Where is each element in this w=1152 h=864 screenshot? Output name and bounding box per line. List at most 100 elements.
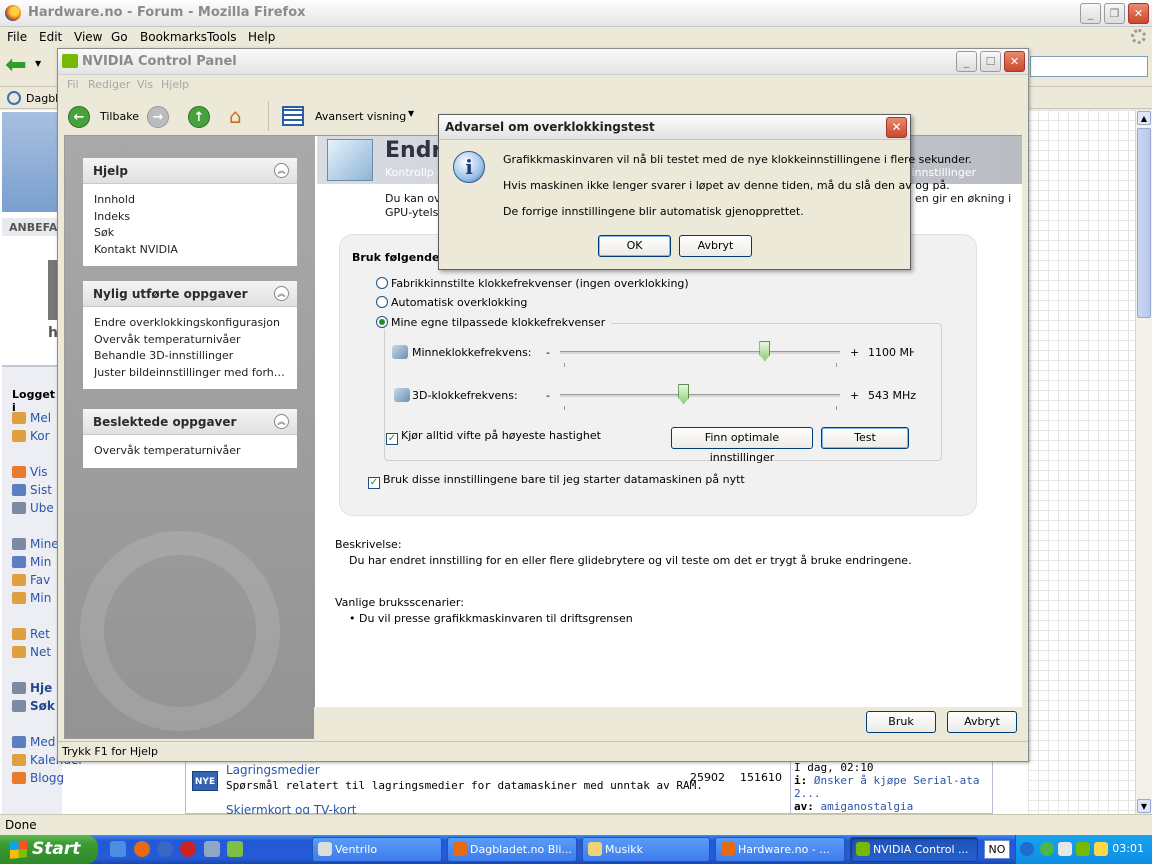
sidebar-link[interactable]: Ret xyxy=(12,627,50,641)
last-post-thread-link[interactable]: Ønsker å kjøpe Serial-ata 2... xyxy=(794,774,979,800)
recent-task-link[interactable]: Behandle 3D-innstillinger xyxy=(94,348,297,365)
sidebar-link[interactable]: Sist xyxy=(12,483,52,497)
menu-edit[interactable]: Edit xyxy=(39,30,62,44)
checkbox[interactable]: ✓ xyxy=(386,433,398,445)
radio-button[interactable] xyxy=(376,316,388,328)
back-button-label[interactable]: Tilbake xyxy=(100,110,139,123)
sidebar-link[interactable]: Blogg xyxy=(12,771,64,785)
scroll-down-icon[interactable]: ▼ xyxy=(1137,799,1151,813)
radio-factory-clocks[interactable]: Fabrikkinnstilte klokkefrekvenser (ingen… xyxy=(376,277,689,290)
sidebar-link[interactable]: Fav xyxy=(12,573,50,587)
dialog-ok-button[interactable]: OK xyxy=(598,235,671,257)
view-mode-dropdown[interactable]: Avansert visning xyxy=(315,110,406,123)
view-list-icon[interactable] xyxy=(282,106,304,126)
menu-help[interactable]: Help xyxy=(248,30,275,44)
sidebar-link[interactable]: Net xyxy=(12,645,51,659)
recent-task-link[interactable]: Overvåk temperaturnivåer xyxy=(94,332,297,349)
scrollbar-thumb[interactable] xyxy=(1137,128,1151,318)
dialog-cancel-button[interactable]: Avbryt xyxy=(679,235,752,257)
help-link-contents[interactable]: Innhold xyxy=(94,192,297,209)
chevron-down-icon[interactable]: ▼ xyxy=(408,109,414,118)
collapse-icon[interactable]: ︽ xyxy=(274,163,289,178)
radio-button[interactable] xyxy=(376,296,388,308)
menu-view[interactable]: View xyxy=(74,30,102,44)
scroll-up-icon[interactable]: ▲ xyxy=(1137,111,1151,125)
taskbar-item-musikk[interactable]: Musikk xyxy=(582,837,710,862)
recent-task-link[interactable]: Endre overklokkingskonfigurasjon xyxy=(94,315,297,332)
quicklaunch-app-icon[interactable] xyxy=(227,841,243,857)
help-link-search[interactable]: Søk xyxy=(94,225,297,242)
quicklaunch-desktop-icon[interactable] xyxy=(110,841,126,857)
sidebar-link[interactable]: Hje xyxy=(12,681,52,695)
search-input[interactable] xyxy=(1030,56,1148,77)
memory-clock-slider[interactable] xyxy=(560,351,840,354)
maximize-button[interactable]: ☐ xyxy=(980,51,1001,72)
apply-button[interactable]: Bruk xyxy=(866,711,936,733)
sidebar-link[interactable]: Ube xyxy=(12,501,54,515)
cancel-button[interactable]: Avbryt xyxy=(947,711,1017,733)
restore-button[interactable]: ❐ xyxy=(1104,3,1125,24)
tray-nvidia-icon[interactable] xyxy=(1076,842,1090,856)
tray-messenger-icon[interactable] xyxy=(1040,842,1054,856)
fan-max-checkbox[interactable]: ✓ Kjør alltid vifte på høyeste hastighet xyxy=(386,429,601,445)
forward-arrow-icon[interactable]: → xyxy=(147,106,169,128)
tray-network-icon[interactable] xyxy=(1058,842,1072,856)
language-indicator[interactable]: NO xyxy=(984,840,1010,859)
sidebar-link[interactable]: Med xyxy=(12,735,55,749)
checkbox[interactable]: ✓ xyxy=(368,477,380,489)
minimize-button[interactable]: _ xyxy=(1080,3,1101,24)
back-dropdown-icon[interactable]: ▼ xyxy=(35,59,41,68)
menu-fil[interactable]: Fil xyxy=(67,78,79,91)
taskbar-item-dagbladet[interactable]: Dagbladet.no Bli... xyxy=(447,837,577,862)
radio-custom-clocks[interactable]: Mine egne tilpassede klokkefrekvenser xyxy=(376,316,612,329)
forum-title-link[interactable]: Skjermkort og TV-kort xyxy=(226,803,356,814)
page-scrollbar[interactable]: ▲ ▼ xyxy=(1135,110,1152,814)
quicklaunch-app-icon[interactable] xyxy=(204,841,220,857)
sidebar-link[interactable]: Mel xyxy=(12,411,51,425)
quicklaunch-firefox-icon[interactable] xyxy=(134,841,150,857)
help-link-contact[interactable]: Kontakt NVIDIA xyxy=(94,242,297,259)
quicklaunch-mediaplayer-icon[interactable] xyxy=(157,841,173,857)
radio-auto-overclock[interactable]: Automatisk overklokking xyxy=(376,296,527,309)
back-arrow-icon[interactable]: ← xyxy=(68,106,90,128)
find-optimal-button[interactable]: Finn optimale innstillinger xyxy=(671,427,813,464)
tray-volume-icon[interactable] xyxy=(1094,842,1108,856)
sidebar-link[interactable]: Min xyxy=(12,555,51,569)
taskbar-item-hardware[interactable]: Hardware.no - ... xyxy=(715,837,845,862)
close-button[interactable]: ✕ xyxy=(1128,3,1149,24)
menu-go[interactable]: Go xyxy=(111,30,128,44)
collapse-icon[interactable]: ︽ xyxy=(274,286,289,301)
related-task-link[interactable]: Overvåk temperaturnivåer xyxy=(94,443,297,460)
menu-hjelp[interactable]: Hjelp xyxy=(161,78,189,91)
radio-button[interactable] xyxy=(376,277,388,289)
back-arrow-icon[interactable]: ⬅ xyxy=(5,52,31,79)
recent-task-link[interactable]: Juster bildeinnstillinger med forhåndsvi… xyxy=(94,365,286,382)
menu-vis[interactable]: Vis xyxy=(137,78,153,91)
test-button[interactable]: Test xyxy=(821,427,909,449)
menu-bookmarks[interactable]: Bookmarks xyxy=(140,30,207,44)
sidebar-link[interactable]: Søk xyxy=(12,699,55,713)
sidebar-link[interactable]: Min xyxy=(12,591,51,605)
persist-checkbox[interactable]: ✓ Bruk disse innstillingene bare til jeg … xyxy=(368,473,745,489)
collapse-icon[interactable]: ︽ xyxy=(274,414,289,429)
sidebar-link[interactable]: Mine xyxy=(12,537,59,551)
sidebar-link[interactable]: Vis xyxy=(12,465,48,479)
core-clock-slider[interactable] xyxy=(560,394,840,397)
menu-tools[interactable]: Tools xyxy=(207,30,237,44)
help-link-index[interactable]: Indeks xyxy=(94,209,297,226)
close-button[interactable]: ✕ xyxy=(1004,51,1025,72)
start-button[interactable]: Start xyxy=(0,835,98,864)
forum-title-link[interactable]: Lagringsmedier xyxy=(226,763,320,777)
menu-rediger[interactable]: Rediger xyxy=(88,78,130,91)
sidebar-link[interactable]: Kor xyxy=(12,429,50,443)
taskbar-item-nvidia[interactable]: NVIDIA Control ... xyxy=(850,837,978,862)
taskbar-item-ventrilo[interactable]: Ventrilo xyxy=(312,837,442,862)
last-post-author-link[interactable]: amiganostalgia xyxy=(821,800,914,813)
minimize-button[interactable]: _ xyxy=(956,51,977,72)
up-arrow-icon[interactable]: ↑ xyxy=(188,106,210,128)
tray-expand-icon[interactable] xyxy=(1020,842,1034,856)
quicklaunch-app-icon[interactable] xyxy=(180,841,196,857)
menu-file[interactable]: File xyxy=(7,30,27,44)
home-icon[interactable]: ⌂ xyxy=(229,104,253,128)
dialog-close-button[interactable]: ✕ xyxy=(886,117,907,138)
